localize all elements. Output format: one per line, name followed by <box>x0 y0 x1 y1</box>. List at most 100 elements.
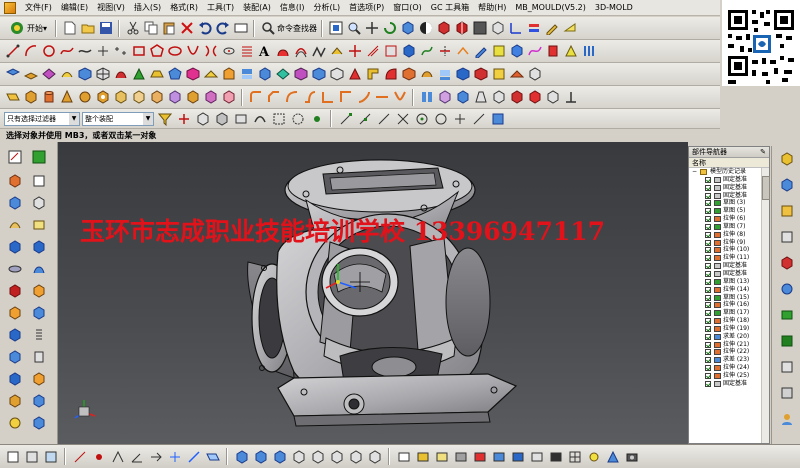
vertex-icon[interactable] <box>109 448 126 465</box>
datum-plane-icon[interactable] <box>4 89 21 106</box>
section-view-icon[interactable] <box>453 20 470 37</box>
point-icon[interactable] <box>94 43 111 60</box>
smooth-spline-icon[interactable] <box>526 43 543 60</box>
groove-icon[interactable] <box>202 89 219 106</box>
feature-row[interactable]: 拉伸 (24) <box>689 364 769 372</box>
spherical-corner-icon[interactable] <box>355 89 372 106</box>
sew-icon[interactable] <box>454 66 471 83</box>
visibility-checkbox[interactable] <box>705 325 711 332</box>
through-curve-mesh-icon[interactable] <box>94 66 111 83</box>
wireframe-icon[interactable] <box>395 448 412 465</box>
menu-information[interactable]: 信息(I) <box>280 2 305 13</box>
circle-icon[interactable] <box>40 43 57 60</box>
menu-preferences[interactable]: 首选项(P) <box>349 2 384 13</box>
menu-analysis[interactable]: 分析(L) <box>313 2 340 13</box>
measure-body-icon[interactable] <box>30 414 47 431</box>
visibility-checkbox[interactable] <box>705 365 711 372</box>
visibility-checkbox[interactable] <box>705 349 711 356</box>
select-bodies-icon[interactable] <box>213 110 230 127</box>
simplify-icon[interactable] <box>562 89 579 106</box>
menu-insert[interactable]: 插入(S) <box>134 2 161 13</box>
draft-icon[interactable] <box>472 89 489 106</box>
roles-icon[interactable] <box>778 410 795 427</box>
constraint-navigator-icon[interactable] <box>778 176 795 193</box>
partially-shaded-icon[interactable] <box>490 448 507 465</box>
snap-quadrant-icon[interactable] <box>432 110 449 127</box>
hidden-edges-icon[interactable] <box>433 448 450 465</box>
sweep-along-guide-icon[interactable] <box>30 260 47 277</box>
feature-row[interactable]: 拉伸 (16) <box>689 301 769 309</box>
line-icon[interactable] <box>4 43 21 60</box>
through-points-icon[interactable] <box>4 66 21 83</box>
snap-point-icon[interactable] <box>308 110 325 127</box>
chamfer-icon[interactable] <box>265 89 282 106</box>
bridge-surface-icon[interactable] <box>148 66 165 83</box>
visibility-checkbox[interactable] <box>705 192 711 199</box>
snap-existing-point-icon[interactable] <box>451 110 468 127</box>
web-browser-icon[interactable] <box>778 280 795 297</box>
curve-chain-icon[interactable] <box>580 43 597 60</box>
command-finder-label[interactable]: 命令查找器 <box>277 23 317 34</box>
measure-distance-icon[interactable] <box>6 414 23 431</box>
edit-curve-icon[interactable] <box>472 43 489 60</box>
visibility-checkbox[interactable] <box>705 310 711 317</box>
corner-blend-icon[interactable] <box>337 89 354 106</box>
studio-icon[interactable] <box>452 448 469 465</box>
snap-arc-center-icon[interactable] <box>413 110 430 127</box>
object-info-icon[interactable] <box>42 448 59 465</box>
patch-icon[interactable] <box>292 66 309 83</box>
block-icon[interactable] <box>22 89 39 106</box>
feature-row[interactable]: 固定基准 <box>689 176 769 184</box>
snap-endpoint-icon[interactable] <box>337 110 354 127</box>
trimetric-view-icon[interactable] <box>328 448 345 465</box>
subtract-icon[interactable] <box>30 194 47 211</box>
section-curve-icon[interactable] <box>400 43 417 60</box>
visibility-checkbox[interactable] <box>705 239 711 246</box>
feature-row[interactable]: 拉伸 (8) <box>689 231 769 239</box>
right-view-icon[interactable] <box>271 448 288 465</box>
menu-help[interactable]: 帮助(H) <box>478 2 506 13</box>
emboss-icon[interactable] <box>166 89 183 106</box>
menu-window[interactable]: 窗口(O) <box>393 2 422 13</box>
shell-feature-icon[interactable] <box>6 304 23 321</box>
select-faces-icon[interactable] <box>232 110 249 127</box>
static-wireframe-icon[interactable] <box>509 448 526 465</box>
studio-spline-icon[interactable] <box>76 43 93 60</box>
vector-constructor-icon[interactable] <box>185 448 202 465</box>
snap-control-point-icon[interactable] <box>375 110 392 127</box>
section-surface-icon[interactable] <box>130 66 147 83</box>
hyperbola-icon[interactable] <box>202 43 219 60</box>
pocket-icon[interactable] <box>130 89 147 106</box>
delete-face-icon[interactable] <box>6 392 23 409</box>
wrap-geometry-icon[interactable] <box>544 89 561 106</box>
plane-constructor-icon[interactable] <box>204 448 221 465</box>
menu-assemblies[interactable]: 装配(A) <box>243 2 271 13</box>
visibility-checkbox[interactable] <box>705 286 711 293</box>
undo-icon[interactable] <box>196 20 213 37</box>
menu-file[interactable]: 文件(F) <box>25 2 52 13</box>
visibility-checkbox[interactable] <box>705 247 711 254</box>
conic-icon[interactable] <box>220 43 237 60</box>
face-blend-icon[interactable] <box>283 89 300 106</box>
shape-analysis-icon[interactable] <box>490 66 507 83</box>
feature-row[interactable]: 拉伸 (6) <box>689 215 769 223</box>
boss-icon[interactable] <box>112 89 129 106</box>
resize-face-icon[interactable] <box>6 370 23 387</box>
chamfer-feature-icon[interactable] <box>30 238 47 255</box>
column-header-name[interactable]: 名称 <box>689 158 769 168</box>
pad-icon[interactable] <box>148 89 165 106</box>
clipping-icon[interactable] <box>528 448 545 465</box>
feature-row[interactable]: 草图 (7) <box>689 223 769 231</box>
instance-icon[interactable] <box>418 89 435 106</box>
new-file-icon[interactable] <box>61 20 78 37</box>
graphics-window[interactable]: 玉环市志成职业技能培训学校 13396947117 <box>58 142 688 444</box>
polygon-icon[interactable] <box>148 43 165 60</box>
helix-icon[interactable] <box>238 43 255 60</box>
feature-row[interactable]: 拉伸 (18) <box>689 317 769 325</box>
pan-icon[interactable] <box>363 20 380 37</box>
extension-icon[interactable] <box>202 66 219 83</box>
valve-body-model[interactable] <box>58 142 688 444</box>
face-analysis-display-icon[interactable] <box>471 448 488 465</box>
app-logo-icon[interactable] <box>4 1 16 14</box>
wcs-icon[interactable] <box>507 20 524 37</box>
